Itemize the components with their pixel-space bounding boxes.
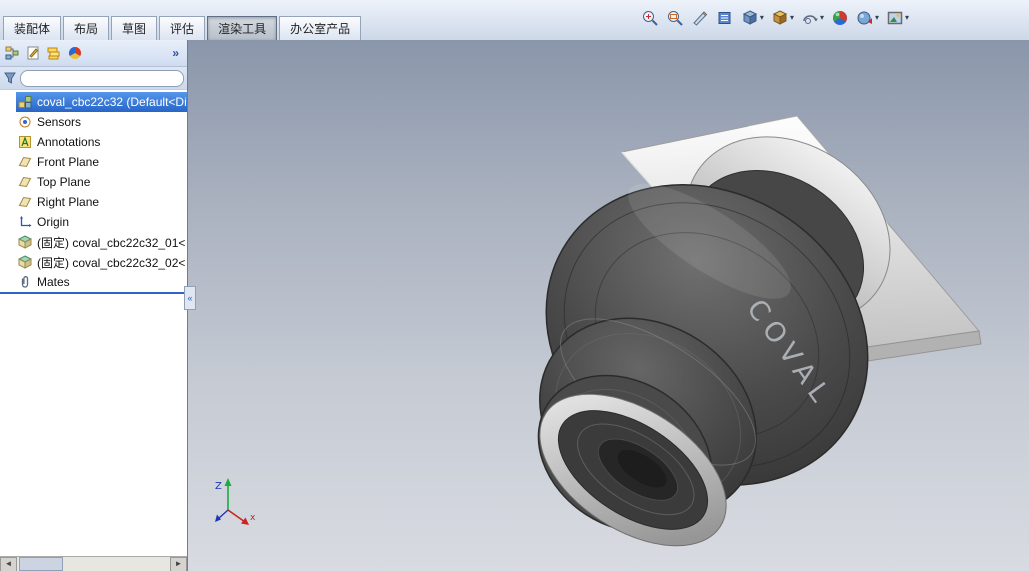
tree-item-top-plane[interactable]: Top Plane [0,172,187,192]
filter-funnel-icon[interactable] [3,71,17,85]
configuration-manager-icon[interactable] [46,45,62,61]
ribbon-bar: 装配体 布局 草图 评估 渲染工具 办公室产品 ▾ ▾ ▾ ▾ ▾ [0,0,1029,41]
panel-tab-strip: » [0,40,187,67]
orientation-triad: Z x [215,478,256,525]
tab-layout[interactable]: 布局 [63,16,110,40]
scene-button[interactable]: ▾ [886,9,909,27]
filter-row [0,67,187,90]
tree-item-right-plane[interactable]: Right Plane [0,192,187,212]
dropdown-caret-icon[interactable]: ▾ [760,14,764,22]
triad-z-label: Z [215,481,222,492]
tree-filter-input[interactable] [20,69,184,87]
tab-office-products[interactable]: 办公室产品 [279,16,362,40]
tree-item-label: Annotations [37,135,101,149]
dropdown-caret-icon[interactable]: ▾ [905,14,909,22]
scroll-left-button[interactable]: ◄ [0,556,17,571]
dropdown-caret-icon[interactable]: ▾ [820,14,824,22]
blue-book-icon [718,12,731,24]
plane-icon [18,195,32,209]
tree-item-sensors[interactable]: Sensors [0,112,187,132]
display-settings-button[interactable] [716,9,734,27]
tree-item-label: (固定) coval_cbc22c32_01< [37,235,186,250]
tree-item-label: Front Plane [37,155,100,169]
command-tabs: 装配体 布局 草图 评估 渲染工具 办公室产品 [3,16,363,40]
scene-picture-icon [887,11,903,25]
display-style-button[interactable]: ▾ [771,9,794,27]
tree-item-annotations[interactable]: Annotations [0,132,187,152]
plane-icon [18,175,32,189]
sensors-icon [18,115,32,129]
display-manager-icon[interactable] [67,45,83,61]
tree-item-label: Origin [37,215,70,229]
graphics-viewport[interactable]: COVAL Z x [188,40,1029,571]
appearance-button[interactable]: ▾ [856,9,879,27]
panel-collapse-grab[interactable]: « [184,286,196,310]
appearance-sphere-icon [857,11,872,25]
section-view-button[interactable] [691,9,709,27]
panel-expand-chevron[interactable]: » [172,46,183,60]
magnifier-plus-icon [642,11,658,26]
zoom-to-area-button[interactable] [666,9,684,27]
shaded-cube-icon [772,10,788,25]
view-orientation-button[interactable]: ▾ [801,9,824,27]
magnifier-area-icon [667,11,683,26]
tree-item-component-01[interactable]: (固定) coval_cbc22c32_01< [0,232,187,252]
tree-item-front-plane[interactable]: Front Plane [0,152,187,172]
tree-item-label: Mates [37,275,70,289]
feature-manager-panel: » coval_cbc22c32 (Default<Dis Sensors An… [0,40,188,571]
model-scene: COVAL Z x [215,115,982,547]
tab-sketch[interactable]: 草图 [111,16,158,40]
feature-tree: coval_cbc22c32 (Default<Dis Sensors Anno… [0,90,187,292]
scroll-right-button[interactable]: ► [170,556,187,571]
render-globe-icon [832,11,847,25]
property-manager-icon[interactable] [25,45,41,61]
tree-item-mates[interactable]: Mates [0,272,187,292]
tree-item-label: (固定) coval_cbc22c32_02< [37,255,186,270]
tab-evaluate[interactable]: 评估 [159,16,206,40]
dropdown-caret-icon[interactable]: ▾ [875,14,879,22]
view-settings-button[interactable]: ▾ [741,9,764,27]
triad-x-label: x [250,513,256,523]
tree-item-label: Sensors [37,115,82,129]
orientation-icon [803,15,818,24]
panel-splitter[interactable] [0,292,187,294]
origin-icon [18,215,32,229]
assembly-icon [18,95,32,109]
cube-sheet-icon [742,10,758,25]
view-toolbar: ▾ ▾ ▾ ▾ ▾ [641,9,909,27]
tree-item-assembly-root[interactable]: coval_cbc22c32 (Default<Dis [16,92,187,112]
tree-item-origin[interactable]: Origin [0,212,187,232]
panel-horizontal-scrollbar[interactable]: ◄ ► [0,556,187,571]
feature-tree-icon[interactable] [4,45,20,61]
annotations-icon [18,135,32,149]
section-knife-icon [693,11,708,26]
render-button[interactable] [831,9,849,27]
tab-assembly[interactable]: 装配体 [3,16,62,40]
mates-paperclip-icon [18,275,32,289]
tree-item-component-02[interactable]: (固定) coval_cbc22c32_02< [0,252,187,272]
part-icon [18,255,32,269]
part-icon [18,235,32,249]
scroll-thumb[interactable] [19,557,63,571]
zoom-in-out-button[interactable] [641,9,659,27]
tree-item-label: coval_cbc22c32 (Default<Dis [37,95,187,109]
tree-item-label: Top Plane [37,175,91,189]
plane-icon [18,155,32,169]
tab-render-tools[interactable]: 渲染工具 [207,16,278,40]
solidworks-window: 装配体 布局 草图 评估 渲染工具 办公室产品 ▾ ▾ ▾ ▾ ▾ » cova… [0,0,1029,571]
dropdown-caret-icon[interactable]: ▾ [790,14,794,22]
tree-item-label: Right Plane [37,195,100,209]
